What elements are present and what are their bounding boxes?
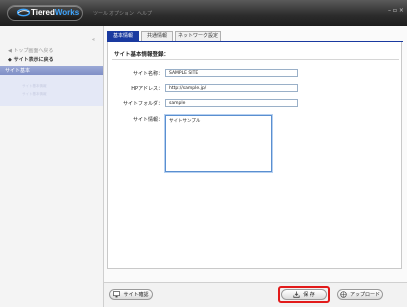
save-highlight-box (278, 286, 330, 303)
sidebar-active-group: サイト基本情報 サイト基本情報 (0, 75, 103, 106)
sidebar-back-to-top[interactable]: ◀ トップ画面へ戻る (8, 47, 111, 54)
site-check-label: サイト確認 (123, 292, 149, 298)
tab-basic-info[interactable]: 基本情報 (107, 31, 139, 41)
site-info-textarea[interactable]: サイトサンプル (165, 115, 272, 172)
upload-label: アップロード (349, 292, 380, 298)
sidebar-section-header[interactable]: サイト基本 (0, 66, 103, 75)
section-divider (112, 59, 399, 60)
site-name-label: サイト名称： (132, 71, 163, 77)
site-check-button[interactable]: サイト確認 (109, 289, 153, 300)
tab-common-info[interactable]: 共通情報 (141, 31, 173, 41)
menu-help[interactable]: ヘルプ (137, 10, 152, 17)
site-name-input[interactable]: SAMPLE SITE (165, 69, 298, 77)
sidebar-sub-item[interactable]: サイト基本情報 (22, 92, 47, 97)
menu-tools[interactable]: ツール (93, 10, 108, 17)
sidebar-collapse-button[interactable]: « (92, 37, 95, 43)
tab-network-settings[interactable]: ネットワーク設定 (175, 31, 221, 41)
form-panel: サイト基本情報登録： サイト名称： SAMPLE SITE HPアドレス： ht… (107, 42, 402, 269)
sidebar: « ◀ トップ画面へ戻る ◆ サイト表示に戻る サイト基本 サイト基本情報 サイ… (0, 26, 104, 307)
monitor-icon (113, 291, 121, 298)
tab-bar: 基本情報 共通情報 ネットワーク設定 (107, 31, 407, 41)
app-logo-text: TieredWorks (31, 8, 80, 17)
title-bar: TieredWorks ツール オプション ヘルプ – ▫ × (0, 0, 407, 26)
hp-address-input[interactable]: http://sample.jp/ (165, 84, 298, 92)
logo-swoosh-icon (17, 8, 30, 17)
sidebar-sub-item[interactable]: サイト基本情報 (22, 84, 47, 89)
hp-address-label: HPアドレス： (131, 86, 163, 92)
upload-globe-icon (340, 291, 347, 298)
footer-bar: サイト確認 保 存 アップロード (104, 282, 407, 307)
main-panel: 基本情報 共通情報 ネットワーク設定 サイト基本情報登録： サイト名称： SAM… (104, 26, 407, 307)
site-folder-input[interactable]: sample (165, 99, 298, 107)
site-info-label: サイト情報： (132, 117, 163, 123)
section-title: サイト基本情報登録： (114, 52, 170, 58)
upload-button[interactable]: アップロード (337, 289, 383, 300)
menu-options[interactable]: オプション (109, 10, 134, 17)
window-controls[interactable]: – ▫ × (388, 8, 404, 14)
site-folder-label: サイトフォルダ： (122, 101, 163, 107)
sidebar-back-to-site[interactable]: ◆ サイト表示に戻る (8, 56, 111, 63)
